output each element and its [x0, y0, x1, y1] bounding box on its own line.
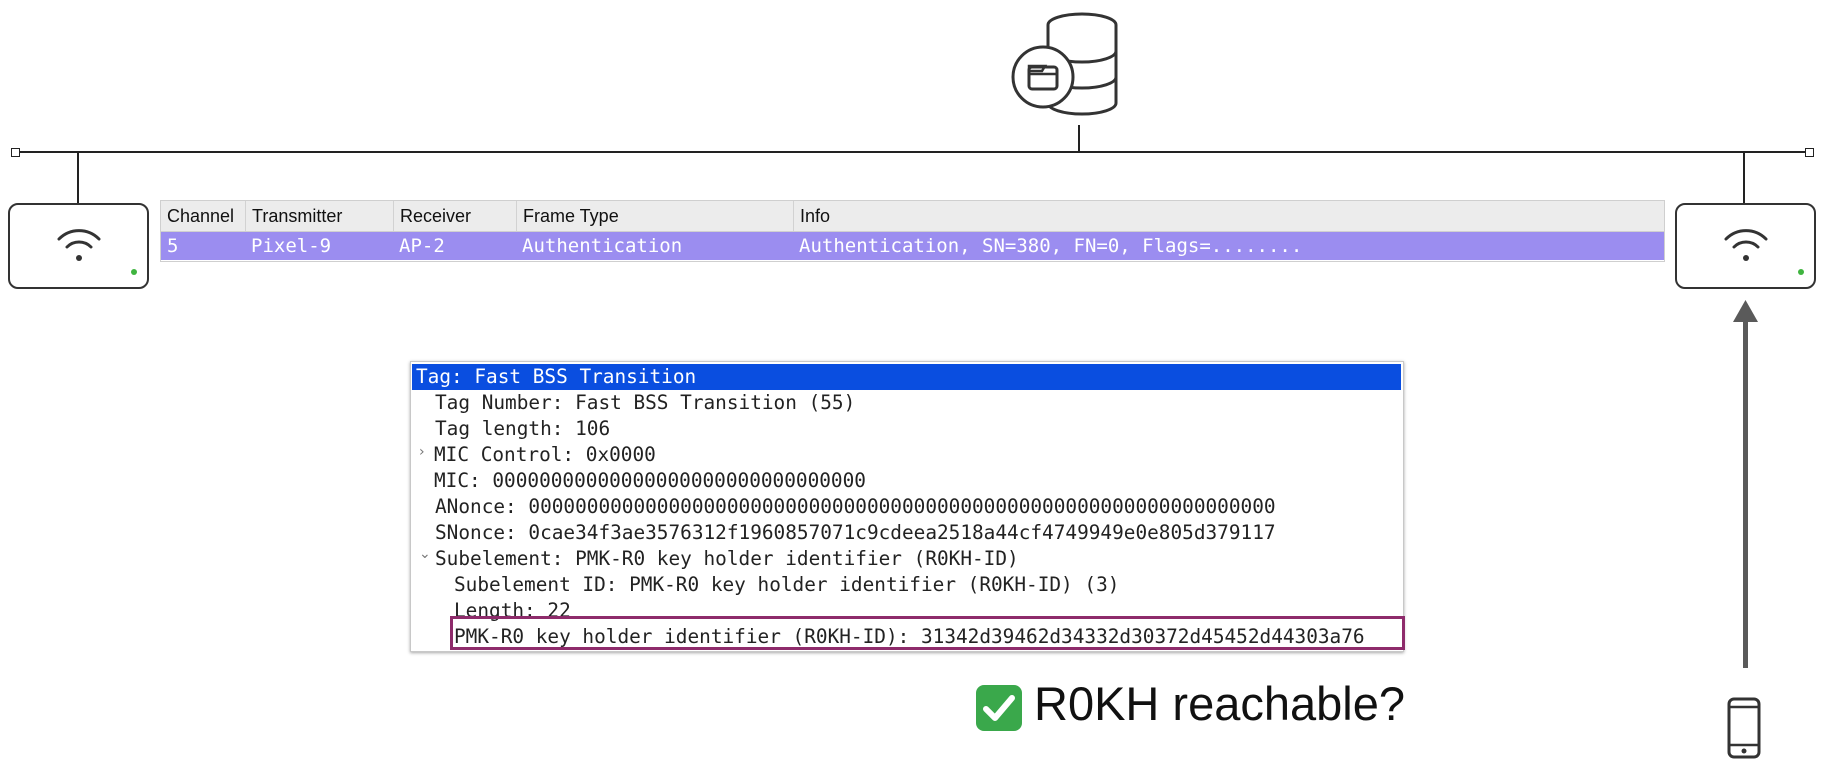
- arrow-up-icon: [1733, 300, 1758, 327]
- cell-receiver: AP-2: [399, 235, 445, 257]
- detail-line-snonce[interactable]: SNonce: 0cae34f3ae3576312f1960857071c9cd…: [435, 520, 1276, 546]
- access-point-left: [8, 203, 149, 289]
- r0kh-id-highlight-box: [450, 616, 1405, 650]
- detail-line-anonce[interactable]: ANonce: 00000000000000000000000000000000…: [435, 494, 1276, 520]
- chevron-right-icon[interactable]: ›: [419, 444, 425, 460]
- network-backbone-line: [14, 151, 1810, 153]
- access-point-right: [1675, 203, 1816, 289]
- packet-list-header: Channel Transmitter Receiver Frame Type …: [161, 201, 1664, 232]
- packet-list: Channel Transmitter Receiver Frame Type …: [160, 200, 1665, 262]
- left-ap-link: [77, 152, 79, 204]
- arrow-shaft: [1743, 318, 1748, 668]
- column-header-frame-type[interactable]: Frame Type: [517, 201, 794, 231]
- detail-line-subelement[interactable]: Subelement: PMK-R0 key holder identifier…: [435, 546, 1019, 572]
- cell-channel: 5: [167, 235, 179, 257]
- detail-line-tag-selected[interactable]: Tag: Fast BSS Transition: [412, 364, 1401, 390]
- packet-detail-panel: Tag: Fast BSS Transition Tag Number: Fas…: [410, 361, 1404, 652]
- column-header-transmitter[interactable]: Transmitter: [246, 201, 394, 231]
- database-server-icon: [1010, 5, 1130, 130]
- column-header-info[interactable]: Info: [794, 201, 1664, 231]
- table-row-selected[interactable]: 5 Pixel-9 AP-2 Authentication Authentica…: [161, 232, 1664, 260]
- column-header-receiver[interactable]: Receiver: [394, 201, 517, 231]
- detail-line-mic[interactable]: MIC: 00000000000000000000000000000000: [434, 468, 866, 494]
- backbone-left-endpoint: [11, 148, 20, 157]
- status-led: [131, 269, 137, 275]
- detail-line-mic-control[interactable]: MIC Control: 0x0000: [434, 442, 656, 468]
- cell-transmitter: Pixel-9: [251, 235, 332, 257]
- chevron-down-icon[interactable]: ⌄: [419, 546, 431, 562]
- detail-line-subelement-id[interactable]: Subelement ID: PMK-R0 key holder identif…: [454, 572, 1119, 598]
- smartphone-icon: [1727, 697, 1761, 759]
- backbone-right-endpoint: [1805, 148, 1814, 157]
- detail-line-tag-number[interactable]: Tag Number: Fast BSS Transition (55): [435, 390, 855, 416]
- check-mark-icon: [976, 685, 1022, 731]
- right-ap-link: [1743, 152, 1745, 204]
- cell-info: Authentication, SN=380, FN=0, Flags=....…: [799, 235, 1303, 257]
- cell-frame-type: Authentication: [522, 235, 683, 257]
- r0kh-reachable-label: R0KH reachable?: [1034, 677, 1405, 730]
- status-led: [1798, 269, 1804, 275]
- detail-line-tag-length[interactable]: Tag length: 106: [435, 416, 610, 442]
- column-header-channel[interactable]: Channel: [161, 201, 246, 231]
